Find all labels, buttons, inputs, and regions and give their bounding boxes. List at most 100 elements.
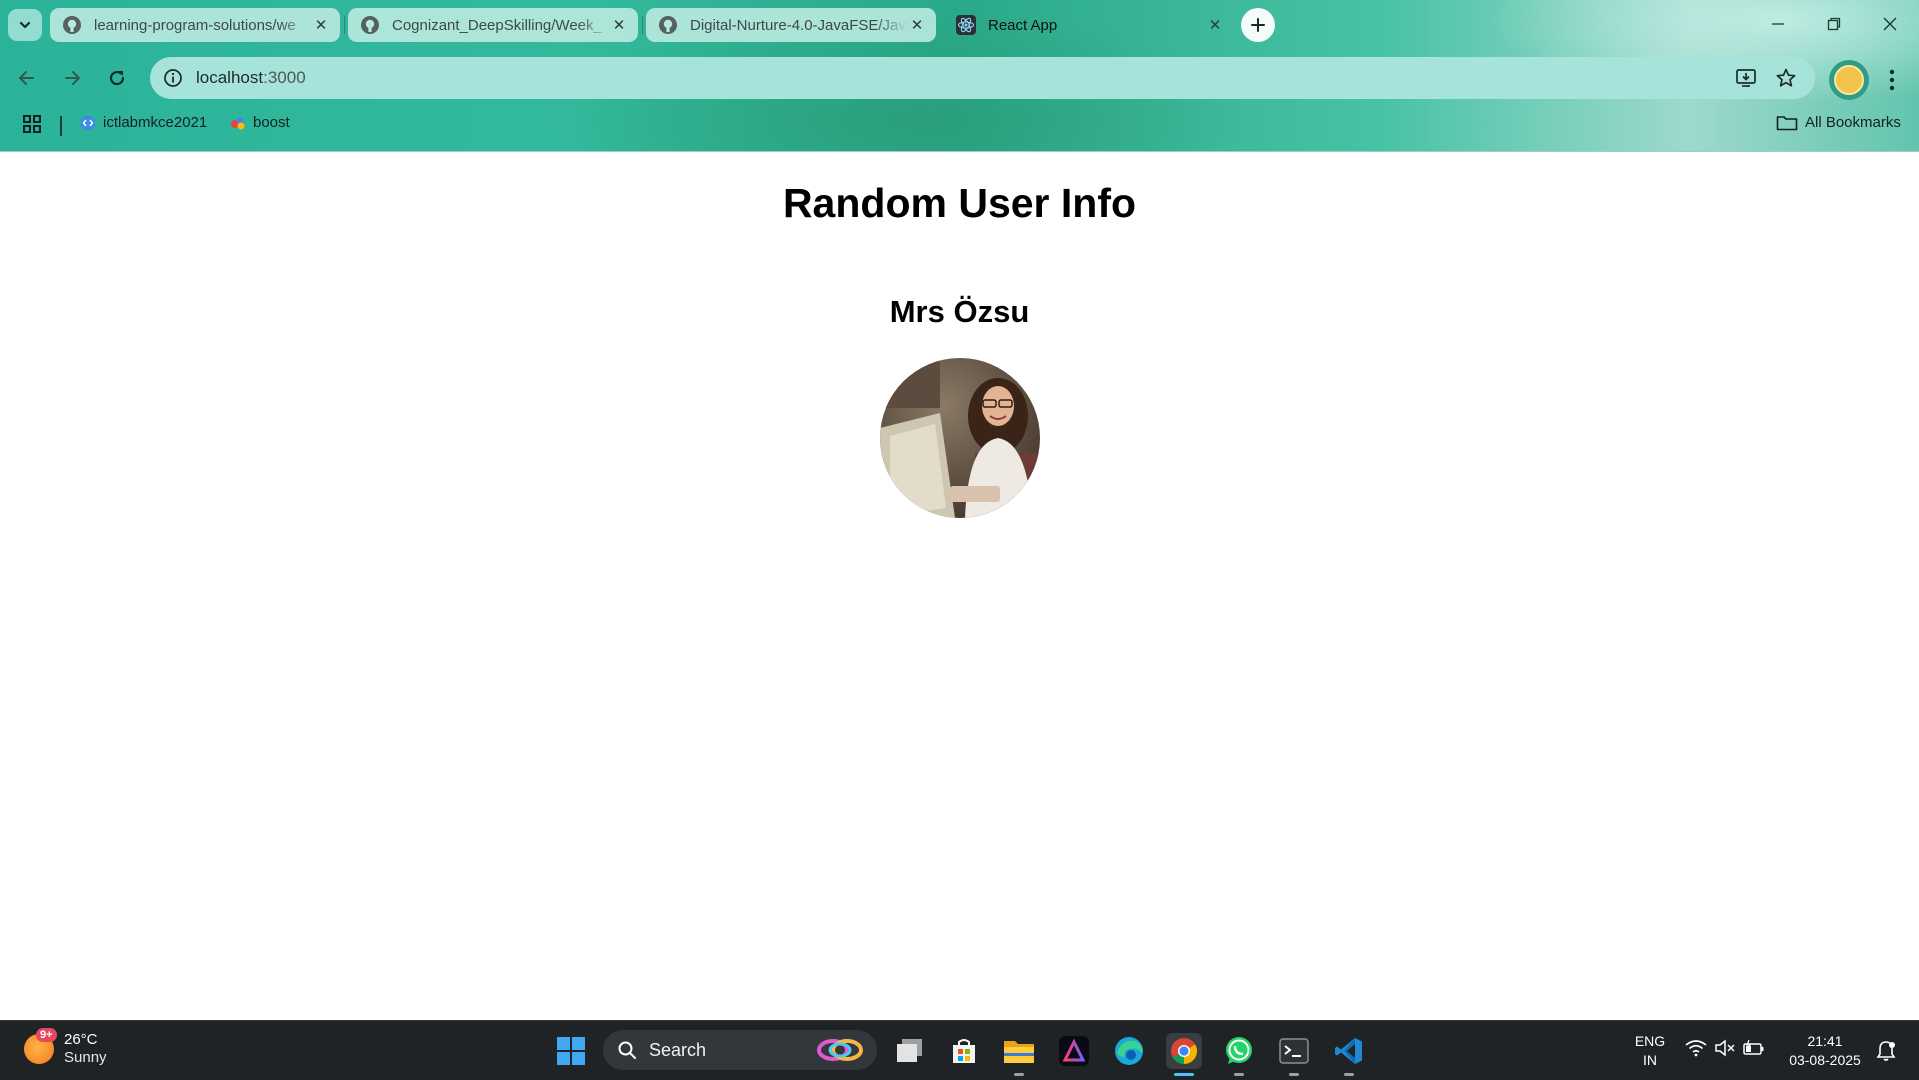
code-icon [80,115,96,131]
github-icon [361,16,379,34]
close-icon[interactable]: ✕ [908,16,926,34]
adobe-express-icon [1059,1036,1089,1066]
browser-chrome: learning-program-solutions/we ✕ Cognizan… [0,0,1919,152]
bookmark-ictlabmkce2021[interactable]: ictlabmkce2021 [80,114,207,131]
search-highlight-icon [817,1039,863,1061]
more-vertical-icon [1889,69,1895,91]
microsoft-store-button[interactable] [946,1033,982,1069]
weather-temperature: 26°C [64,1031,98,1048]
tab-strip: learning-program-solutions/we ✕ Cognizan… [0,0,1919,50]
sun-icon: 9+ [24,1028,57,1064]
folder-icon [1004,1041,1034,1063]
clock-date: 03-08-2025 [1789,1052,1861,1068]
edge-button[interactable] [1111,1033,1147,1069]
install-app-button[interactable] [1734,66,1758,90]
folder-icon [1776,115,1798,131]
tab-separator [344,16,345,34]
clock[interactable]: 21:41 03-08-2025 [1780,1032,1870,1070]
apps-grid-icon [23,115,41,133]
all-bookmarks-button[interactable]: All Bookmarks [1776,114,1901,131]
close-icon [1883,17,1896,31]
github-icon [63,16,81,34]
restore-icon [1827,17,1840,31]
taskbar-search[interactable]: Search [603,1030,877,1070]
avatar-icon [1834,65,1864,95]
minimize-icon [1771,23,1784,25]
install-app-icon [1736,69,1756,87]
vscode-button[interactable] [1331,1033,1367,1076]
close-icon[interactable]: ✕ [1206,16,1224,34]
notifications-button[interactable] [1870,1035,1902,1067]
tab-cognizant-deepskilling[interactable]: Cognizant_DeepSkilling/Week_ ✕ [348,8,638,42]
reload-button[interactable] [100,61,134,95]
terminal-button[interactable] [1276,1033,1312,1076]
bookmark-label: boost [253,114,290,131]
tab-title: Digital-Nurture-4.0-JavaFSE/Jav [690,16,906,34]
apps-button[interactable] [22,114,42,134]
search-label: Search [649,1039,707,1060]
bookmark-boost[interactable]: boost [230,114,290,131]
clock-time: 21:41 [1807,1033,1843,1049]
close-icon[interactable]: ✕ [312,16,330,34]
running-indicator [1014,1073,1024,1076]
running-indicator [1344,1073,1354,1076]
language-indicator[interactable]: ENG IN [1630,1032,1670,1070]
edge-icon [1115,1037,1143,1065]
close-icon[interactable]: ✕ [610,16,628,34]
tab-separator [642,16,643,34]
close-window-button[interactable] [1862,0,1917,48]
user-name: Mrs Özsu [889,294,1030,329]
forward-button[interactable] [55,61,89,95]
restore-button[interactable] [1806,0,1861,48]
new-tab-button[interactable] [1241,8,1275,42]
arrow-right-icon [65,71,80,85]
chrome-icon [1171,1038,1198,1065]
tab-learning-program[interactable]: learning-program-solutions/we ✕ [50,8,340,42]
battery-icon [1743,1039,1764,1055]
bookmarks-bar: ictlabmkce2021 boost All Bookmarks [0,110,1919,140]
tab-react-app[interactable]: React App ✕ [944,8,1234,42]
minimize-button[interactable] [1750,0,1805,48]
page-title: Random User Info [782,180,1137,226]
task-view-button[interactable] [892,1033,928,1069]
browser-menu-button[interactable] [1880,63,1904,97]
bookmark-label: ictlabmkce2021 [103,114,208,131]
taskbar: 9+ 26°C Sunny Search ENG IN 21:41 03-08-… [0,1020,1919,1080]
whatsapp-icon [1226,1037,1252,1064]
all-bookmarks-label: All Bookmarks [1805,114,1901,131]
tab-title: learning-program-solutions/we [94,16,296,34]
colored-dot-icon [230,115,246,131]
running-indicator [1289,1073,1299,1076]
active-indicator [1174,1073,1194,1076]
reload-icon [109,70,125,86]
search-icon [618,1041,636,1059]
tab-digital-nurture[interactable]: Digital-Nurture-4.0-JavaFSE/Jav ✕ [646,8,936,42]
tab-search-button[interactable] [8,9,42,41]
file-explorer-button[interactable] [1001,1033,1037,1076]
bookmarks-divider [60,116,62,136]
vscode-icon [1335,1038,1362,1064]
react-icon [956,15,976,35]
notification-badge: 9+ [36,1028,57,1042]
address-bar[interactable]: localhost:3000 [150,57,1815,99]
running-indicator [1234,1073,1244,1076]
adobe-express-button[interactable] [1056,1033,1092,1069]
language-code: ENG [1634,1033,1666,1049]
chrome-button[interactable] [1166,1033,1202,1076]
bookmark-star-button[interactable] [1774,66,1798,90]
tab-title: Cognizant_DeepSkilling/Week_ [392,16,602,34]
profile-avatar[interactable] [1829,60,1869,100]
chevron-down-icon [19,21,31,29]
weather-widget[interactable]: 9+ 26°C Sunny [24,1028,107,1067]
browser-toolbar: localhost:3000 [0,55,1919,101]
back-button[interactable] [10,61,44,95]
star-icon [1776,68,1796,87]
user-photo [880,358,1040,518]
whatsapp-button[interactable] [1221,1033,1257,1076]
site-info-button[interactable] [160,65,186,91]
notification-bell-icon [1876,1041,1896,1061]
windows-logo-icon [557,1037,585,1065]
system-tray[interactable] [1685,1039,1765,1057]
task-view-icon [897,1039,922,1062]
start-button[interactable] [553,1033,589,1069]
